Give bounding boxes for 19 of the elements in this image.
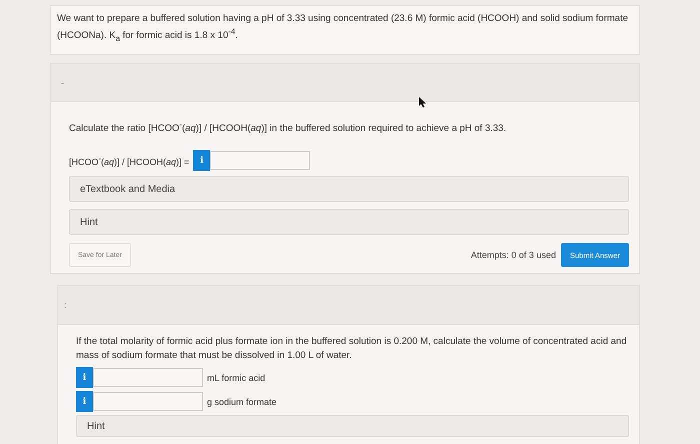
part-marker: : <box>64 300 67 310</box>
answer-field[interactable] <box>93 368 203 388</box>
info-button[interactable]: i <box>76 391 93 412</box>
unit-label: g sodium formate <box>207 396 277 407</box>
problem-statement: We want to prepare a buffered solution having a pH of 3.33 using concentrated (23.6 M) formic acid (HCOOH) and solid sodium formate (HCOONa). K$_{a}$ for formic acid is 1.8 x 10$^{-4}$. <box>57 12 629 46</box>
mouse-pointer-icon <box>418 96 427 108</box>
info-button[interactable]: i <box>76 367 93 388</box>
resource-bar[interactable]: Hint <box>76 415 629 438</box>
answer-label: [HCOO$^{-}$(aq)] / [HCOOH(aq)] = <box>69 154 190 168</box>
question-text: If the total molarity of formic acid plus formate ion in the buffered solution is 0.200 M, calculate the volume of concentrated acid and mass of sodium formate that must be dissolved in 1.00 L of water. <box>76 335 628 364</box>
resource-bar[interactable]: eTextbook and Media <box>69 176 629 202</box>
answer-field[interactable] <box>210 151 310 170</box>
attempts-text: Attempts: 0 of 3 used <box>470 250 556 260</box>
info-button[interactable]: i <box>193 150 210 172</box>
resource-bar[interactable]: Hint <box>69 209 629 236</box>
unit-label: mL formic acid <box>207 372 266 383</box>
question-text: Calculate the ratio [HCOO$^{-}$(aq)] / [HCOOH(aq)] in the buffered solution required to achieve a pH of 3.33. <box>69 119 508 136</box>
answer-field[interactable] <box>93 392 203 412</box>
part-marker: - <box>61 78 64 88</box>
